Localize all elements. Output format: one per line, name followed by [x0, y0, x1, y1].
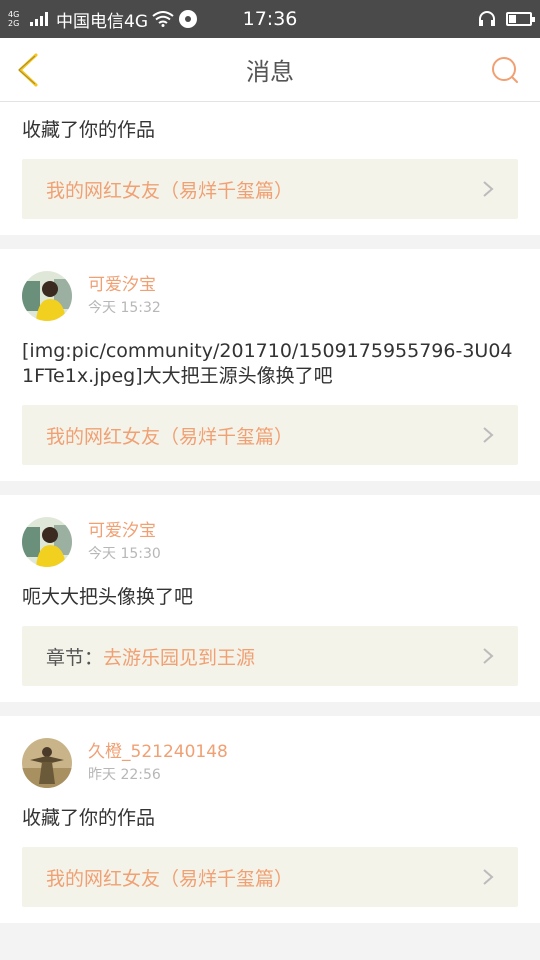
message-text: 收藏了你的作品: [22, 119, 156, 141]
message-card: 可爱汐宝 今天 15:30 呃大大把头像换了吧 章节：去游乐园见到王源: [0, 495, 540, 702]
user-row: 久橙_521240148 昨天 22:56: [22, 738, 518, 788]
message-text: 收藏了你的作品: [22, 807, 156, 829]
search-icon[interactable]: [490, 55, 520, 85]
status-left: 4G 2G 中国电信4G: [8, 7, 198, 32]
status-bar: 4G 2G 中国电信4G 17:36: [0, 0, 540, 38]
network-type: 4G 2G: [8, 10, 26, 28]
username[interactable]: 可爱汐宝: [88, 274, 161, 296]
headset-icon: [479, 11, 495, 26]
signal-icon: [30, 12, 48, 26]
battery-icon: [506, 12, 535, 26]
wifi-icon: [152, 11, 174, 27]
user-meta: 可爱汐宝 今天 15:30: [88, 520, 161, 564]
work-link-title: 我的网红女友（易烊千玺篇）: [46, 867, 294, 890]
message-card: 收藏了你的作品 我的网红女友（易烊千玺篇）: [0, 102, 540, 235]
message-card: 可爱汐宝 今天 15:32 [img:pic/community/201710/…: [0, 249, 540, 481]
avatar[interactable]: [22, 517, 72, 567]
status-right: [478, 10, 535, 28]
chevron-right-icon: [483, 427, 494, 443]
chapter-prefix: 章节：: [46, 646, 104, 669]
work-link-title: 我的网红女友（易烊千玺篇）: [46, 425, 294, 448]
avatar[interactable]: [22, 738, 72, 788]
timestamp: 今天 15:32: [88, 300, 161, 316]
chevron-left-icon[interactable]: [14, 52, 44, 88]
user-row: 可爱汐宝 今天 15:32: [22, 271, 518, 321]
work-link[interactable]: 我的网红女友（易烊千玺篇）: [22, 159, 518, 219]
avatar[interactable]: [22, 271, 72, 321]
work-link[interactable]: 我的网红女友（易烊千玺篇）: [22, 847, 518, 907]
page-title: 消息: [246, 58, 294, 86]
chevron-right-icon: [483, 181, 494, 197]
username[interactable]: 久橙_521240148: [88, 741, 228, 763]
work-link-title: 我的网红女友（易烊千玺篇）: [46, 179, 294, 202]
timestamp: 今天 15:30: [88, 546, 161, 562]
disc-icon: [179, 10, 197, 28]
user-row: 可爱汐宝 今天 15:30: [22, 517, 518, 567]
message-card: 久橙_521240148 昨天 22:56 收藏了你的作品 我的网红女友（易烊千…: [0, 716, 540, 923]
timestamp: 昨天 22:56: [88, 767, 161, 783]
network-type-bottom: 2G: [8, 19, 20, 28]
carrier-label: 中国电信4G: [56, 11, 148, 32]
chapter-link[interactable]: 章节：去游乐园见到王源: [22, 626, 518, 686]
message-text: 呃大大把头像换了吧: [22, 586, 194, 608]
chapter-link-title: 章节：去游乐园见到王源: [46, 646, 256, 669]
chevron-right-icon: [483, 648, 494, 664]
message-text: [img:pic/community/201710/1509175955796-…: [22, 340, 513, 387]
user-meta: 可爱汐宝 今天 15:32: [88, 274, 161, 318]
user-meta: 久橙_521240148 昨天 22:56: [88, 741, 228, 785]
chevron-right-icon: [483, 869, 494, 885]
work-link[interactable]: 我的网红女友（易烊千玺篇）: [22, 405, 518, 465]
username[interactable]: 可爱汐宝: [88, 520, 161, 542]
nav-bar: 消息: [0, 38, 540, 102]
network-type-top: 4G: [8, 10, 20, 19]
